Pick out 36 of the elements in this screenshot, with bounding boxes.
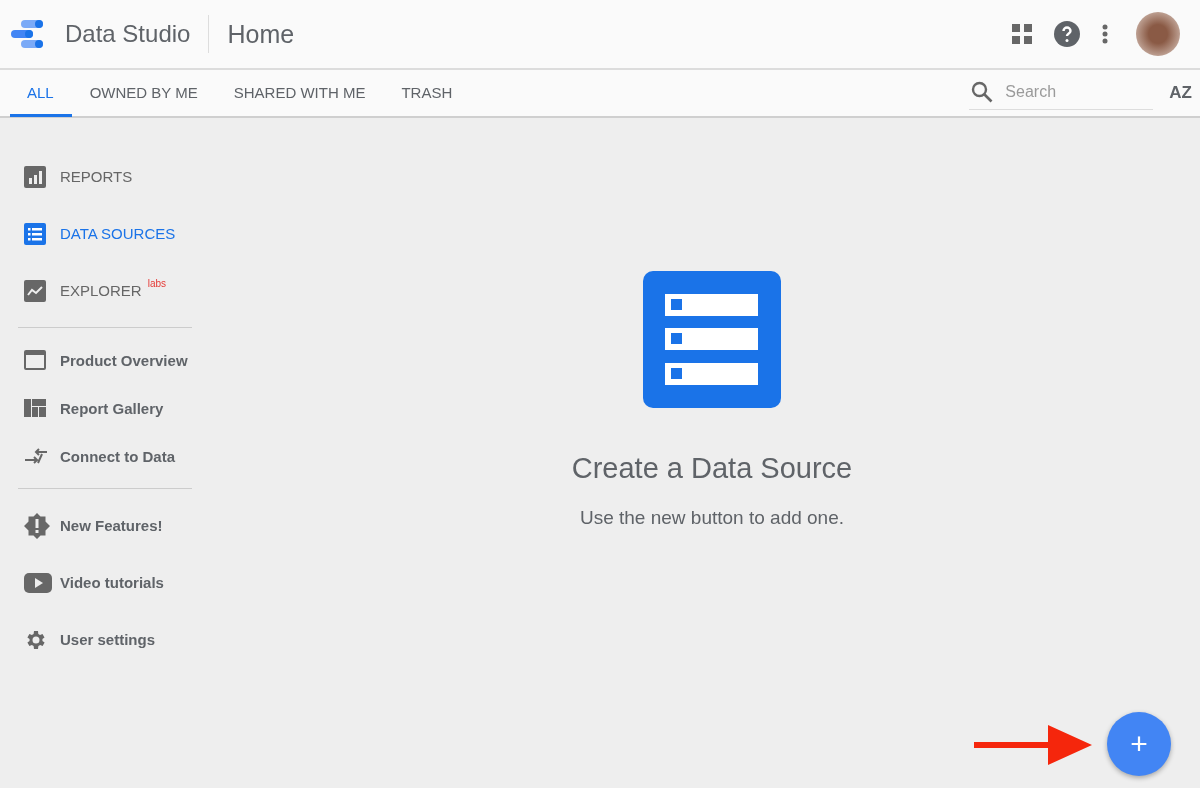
sidebar-link[interactable]: Report Gallery xyxy=(18,384,210,432)
avatar[interactable] xyxy=(1136,12,1180,56)
grid-layout-icon xyxy=(24,399,46,417)
tab[interactable]: SHARED WITH ME xyxy=(215,70,384,117)
sort-button[interactable]: AZ xyxy=(1169,70,1192,116)
window-icon xyxy=(24,350,46,370)
sidebar-link[interactable]: Video tutorials xyxy=(18,554,210,611)
more-icon[interactable] xyxy=(1102,24,1108,44)
search-field[interactable]: Search xyxy=(1003,81,1138,102)
sidebar-link[interactable]: User settings xyxy=(18,611,210,668)
arrows-icon xyxy=(24,447,48,465)
app-name: Data Studio xyxy=(65,15,210,53)
sidebar-link[interactable]: New Features! xyxy=(18,497,210,554)
data-source-icon xyxy=(643,271,781,408)
logo-icon xyxy=(11,20,45,48)
apps-grid-icon[interactable] xyxy=(1012,24,1032,44)
alert-badge-icon xyxy=(24,512,50,539)
empty-state-title: Create a Data Source xyxy=(571,452,853,485)
sidebar-link[interactable]: Product Overview xyxy=(18,336,210,384)
tab[interactable]: ALL xyxy=(10,70,72,117)
help-icon[interactable] xyxy=(1054,21,1080,47)
sidebar-nav-item[interactable]: EXPLORER $^{labs}$ xyxy=(18,262,210,319)
tab[interactable]: TRASH xyxy=(383,70,471,117)
line-chart-icon xyxy=(24,279,46,302)
sidebar-link[interactable]: Connect to Data xyxy=(18,432,210,480)
tab[interactable]: OWNED BY ME xyxy=(71,70,216,117)
labs-label: labs xyxy=(147,278,167,289)
page-title: Home xyxy=(227,19,295,49)
list-icon xyxy=(24,222,46,245)
bar-chart-icon xyxy=(24,165,46,188)
play-icon xyxy=(24,572,52,593)
empty-state-message: Use the new button to add one. xyxy=(579,507,845,529)
new-button[interactable]: + xyxy=(1107,712,1171,776)
sidebar-nav-item[interactable]: REPORTS xyxy=(18,148,210,205)
sidebar-nav-item[interactable]: DATA SOURCES xyxy=(18,205,210,262)
search-icon xyxy=(971,80,994,103)
